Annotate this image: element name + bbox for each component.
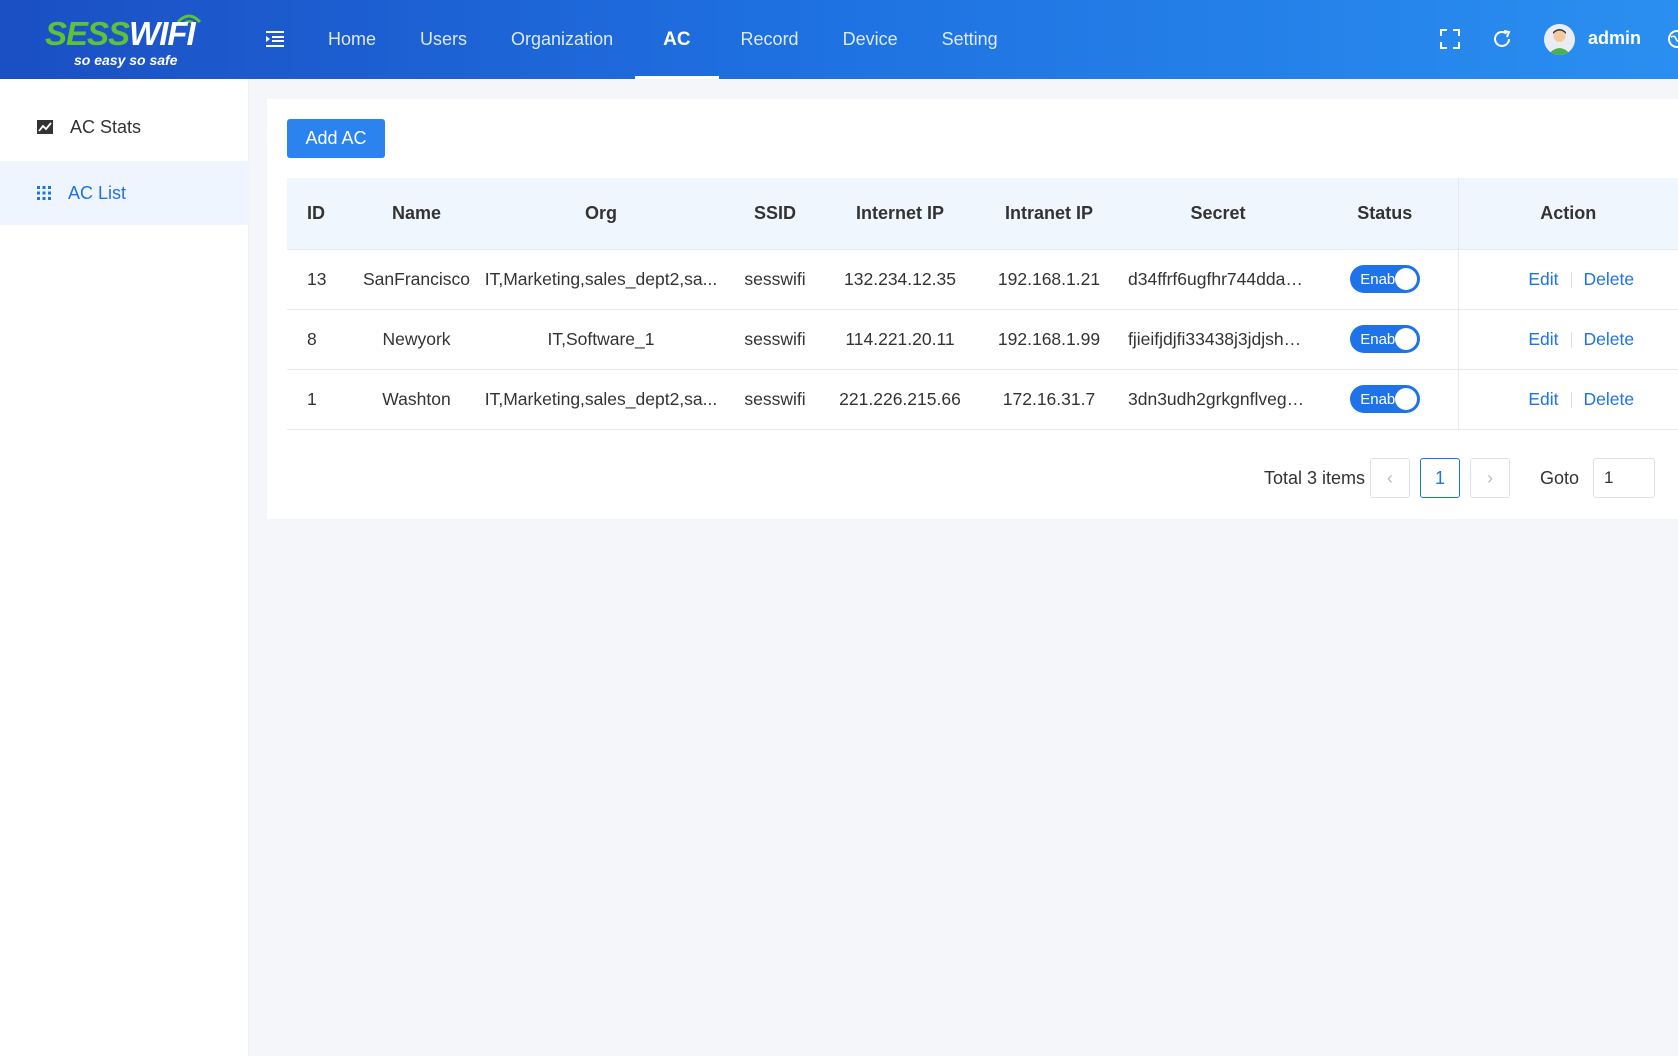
nav-organization[interactable]: Organization [489, 0, 635, 79]
table-row: 1 Washton IT,Marketing,sales_dept2,sa...… [287, 369, 1678, 430]
edit-link[interactable]: Edit [1528, 269, 1558, 289]
goto-label: Goto [1540, 468, 1580, 488]
nav-device[interactable]: Device [821, 0, 920, 79]
logo-wordmark: SESSWIFI [45, 15, 196, 52]
table-row: 8 Newyork IT,Software_1 sesswifi 114.221… [287, 309, 1678, 370]
status-toggle-label: Enab [1360, 270, 1396, 288]
cell-intranet-ip: 192.168.1.21 [974, 249, 1124, 310]
col-header-status: Status [1312, 178, 1458, 250]
refresh-icon[interactable] [1491, 28, 1513, 50]
sidebar-item-label: AC Stats [70, 116, 142, 137]
cell-org: IT,Marketing,sales_dept2,sa... [478, 249, 724, 310]
username[interactable]: admin [1588, 28, 1641, 49]
col-header-action: Action [1457, 178, 1678, 250]
grid-icon [37, 186, 51, 200]
cell-id: 1 [287, 369, 355, 430]
cell-action: Edit Delete [1457, 369, 1678, 430]
col-header-intranet-ip: Intranet IP [974, 178, 1124, 250]
delete-link[interactable]: Delete [1584, 329, 1635, 349]
divider [1570, 271, 1572, 288]
toggle-knob [1394, 268, 1417, 290]
edit-link[interactable]: Edit [1528, 389, 1558, 409]
edit-link[interactable]: Edit [1528, 329, 1558, 349]
status-toggle-label: Enab [1360, 390, 1396, 408]
nav-record[interactable]: Record [719, 0, 821, 79]
cell-intranet-ip: 172.16.31.7 [974, 369, 1124, 430]
col-header-name: Name [355, 178, 478, 250]
cell-status: Enab [1312, 249, 1458, 310]
cell-name: Washton [355, 369, 478, 430]
cell-ssid: sesswifi [724, 249, 826, 310]
status-toggle[interactable]: Enab [1349, 385, 1420, 413]
logo-tagline: so easy so safe [74, 52, 178, 68]
sidebar: AC Stats AC List [0, 79, 249, 1056]
col-header-org: Org [478, 178, 724, 250]
col-header-ssid: SSID [724, 178, 826, 250]
cell-action: Edit Delete [1457, 309, 1678, 370]
nav-ac[interactable]: AC [635, 0, 720, 79]
chevron-left-icon: ‹ [1387, 467, 1393, 488]
status-toggle-label: Enab [1360, 330, 1396, 348]
status-toggle[interactable]: Enab [1349, 265, 1420, 293]
sidebar-item-ac-stats[interactable]: AC Stats [0, 95, 249, 159]
delete-link[interactable]: Delete [1584, 269, 1635, 289]
cell-internet-ip: 221.226.215.66 [826, 369, 974, 430]
nav-setting[interactable]: Setting [920, 0, 1020, 79]
cell-secret: 3dn3udh2grkgnflveg3h... [1124, 369, 1312, 430]
cell-intranet-ip: 192.168.1.99 [974, 309, 1124, 370]
language-icon[interactable] [1666, 28, 1678, 50]
cell-org: IT,Marketing,sales_dept2,sa... [478, 369, 724, 430]
logo[interactable]: SESSWIFI so easy so safe [40, 12, 210, 70]
cell-secret: fjieifjdjfi33438j3jdjsh23... [1124, 309, 1312, 370]
col-header-secret: Secret [1124, 178, 1312, 250]
cell-ssid: sesswifi [724, 369, 826, 430]
page-button-1[interactable]: 1 [1420, 458, 1460, 498]
chart-icon [37, 120, 53, 134]
main-nav: Home Users Organization AC Record Device… [306, 0, 1020, 79]
sidebar-item-label: AC List [68, 182, 127, 203]
top-header: SESSWIFI so easy so safe Home Users Orga… [0, 0, 1678, 79]
sidebar-item-ac-list[interactable]: AC List [0, 161, 249, 225]
divider [1570, 331, 1572, 348]
col-header-id: ID [287, 178, 355, 250]
pagination-total: Total 3 items [1264, 468, 1366, 488]
cell-secret: d34ffrf6ugfhr744ddaxv... [1124, 249, 1312, 310]
cell-ssid: sesswifi [724, 309, 826, 370]
cell-name: SanFrancisco [355, 249, 478, 310]
prev-page-button[interactable]: ‹ [1370, 458, 1410, 498]
cell-internet-ip: 114.221.20.11 [826, 309, 974, 370]
delete-link[interactable]: Delete [1584, 389, 1635, 409]
status-toggle[interactable]: Enab [1349, 325, 1420, 353]
toggle-knob [1394, 328, 1417, 350]
cell-id: 13 [287, 249, 355, 310]
cell-name: Newyork [355, 309, 478, 370]
cell-org: IT,Software_1 [478, 309, 724, 370]
next-page-button[interactable]: › [1470, 458, 1510, 498]
fullscreen-icon[interactable] [1439, 28, 1461, 50]
goto-page-input[interactable] [1593, 458, 1655, 498]
cell-status: Enab [1312, 309, 1458, 370]
col-header-internet-ip: Internet IP [826, 178, 974, 250]
chevron-right-icon: › [1487, 467, 1493, 488]
toggle-knob [1394, 388, 1417, 410]
table-row: 13 SanFrancisco IT,Marketing,sales_dept2… [287, 249, 1678, 310]
cell-status: Enab [1312, 369, 1458, 430]
divider [1570, 391, 1572, 408]
nav-home[interactable]: Home [306, 0, 398, 79]
cell-id: 8 [287, 309, 355, 370]
table-header-row: ID Name Org SSID Internet IP Intranet IP… [287, 178, 1678, 250]
ac-table: ID Name Org SSID Internet IP Intranet IP… [287, 178, 1678, 430]
avatar[interactable] [1544, 24, 1575, 55]
nav-users[interactable]: Users [398, 0, 489, 79]
ac-list-card: Add AC ID Name Org SSID Internet IP Intr… [267, 99, 1678, 519]
cell-internet-ip: 132.234.12.35 [826, 249, 974, 310]
cell-action: Edit Delete [1457, 249, 1678, 310]
add-ac-button[interactable]: Add AC [287, 119, 385, 158]
menu-fold-icon[interactable] [264, 28, 286, 50]
